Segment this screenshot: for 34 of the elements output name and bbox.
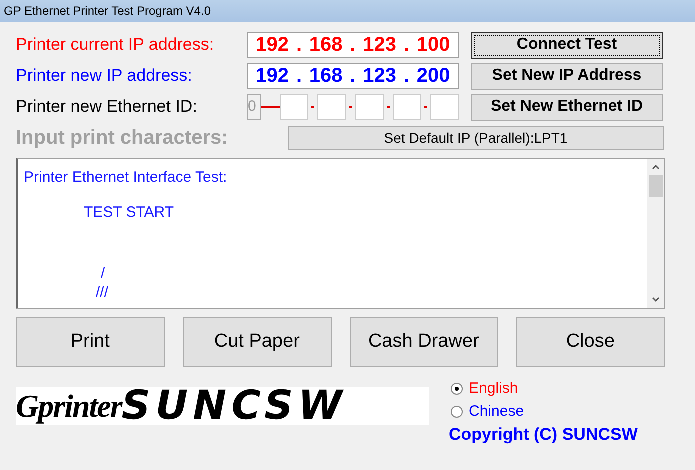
output-line: ///	[96, 284, 109, 301]
current-ip-label: Printer current IP address:	[16, 35, 216, 55]
action-button[interactable]: Cash Drawer	[350, 317, 498, 367]
set-new-ip-button[interactable]: Set New IP Address	[471, 62, 663, 90]
ethernet-id-field[interactable]	[354, 94, 384, 120]
output-line: Printer Ethernet Interface Test:	[24, 169, 228, 186]
input-characters-label: Input print characters:	[16, 126, 230, 150]
current-ip-field[interactable]: 192 . 168 . 123 . 100	[247, 32, 459, 58]
radio-button[interactable]	[451, 382, 463, 394]
scrollbar[interactable]	[647, 159, 664, 308]
scroll-up-icon[interactable]	[650, 163, 660, 171]
copyright-text: Copyright (C) SUNCSW	[449, 425, 638, 445]
new-ip-label: Printer new IP address:	[16, 66, 194, 86]
ethernet-id-label: Printer new Ethernet ID:	[16, 97, 198, 117]
logo: GprinterSUNCSW	[16, 387, 429, 425]
action-button[interactable]: Close	[516, 317, 665, 367]
action-button[interactable]: Cut Paper	[182, 317, 332, 367]
radio-button[interactable]	[451, 406, 463, 418]
new-ip-field[interactable]: 192 . 168 . 123 . 200	[247, 63, 459, 89]
window-title: GP Ethernet Printer Test Program V4.0	[0, 0, 695, 22]
output-line: /	[101, 265, 106, 282]
output-line: TEST START	[84, 204, 174, 221]
ethernet-id-field[interactable]	[280, 94, 308, 120]
set-ethernet-id-button[interactable]: Set New Ethernet ID	[471, 94, 663, 120]
ethernet-id-field[interactable]	[392, 94, 422, 120]
language-option[interactable]: English	[469, 380, 518, 397]
language-option[interactable]: Chinese	[469, 403, 524, 420]
scroll-thumb[interactable]	[648, 175, 662, 197]
ethernet-id-field[interactable]	[317, 94, 346, 120]
scroll-down-icon[interactable]	[650, 296, 660, 304]
connect-test-button[interactable]: Connect Test	[471, 32, 663, 58]
output-text-area[interactable]: Printer Ethernet Interface Test: TEST START / ///	[16, 158, 665, 309]
action-button[interactable]: Print	[16, 317, 165, 367]
ethernet-id-field[interactable]	[430, 94, 460, 120]
